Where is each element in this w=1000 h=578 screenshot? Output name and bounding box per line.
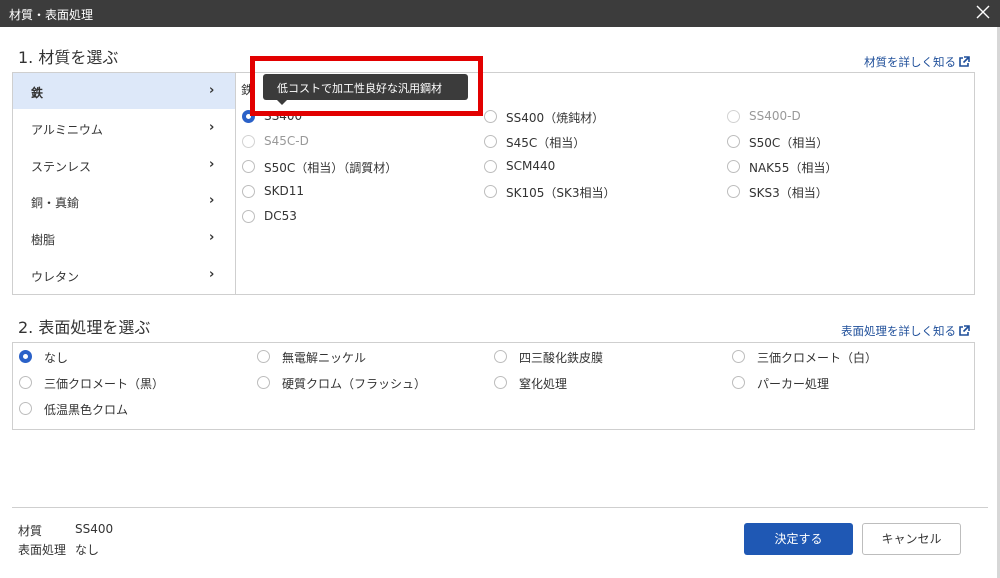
radio-indicator[interactable] bbox=[242, 210, 255, 223]
surface-section-title: 2. 表面処理を選ぶ bbox=[18, 318, 151, 337]
dialog-title: 材質・表面処理 bbox=[9, 8, 94, 22]
category-label: アルミニウム bbox=[31, 123, 103, 137]
option-label: SKD11 bbox=[264, 184, 304, 198]
radio-indicator[interactable] bbox=[484, 110, 497, 123]
option-label: 三価クロメート（黒） bbox=[44, 377, 165, 391]
chevron-right-icon: › bbox=[209, 193, 215, 208]
material-selector-panel: 鉄 › アルミニウム › ステンレス › 銅・真鍮 › 樹脂 › ウレタン › bbox=[12, 72, 975, 295]
category-label: 樹脂 bbox=[31, 233, 56, 247]
radio-indicator[interactable] bbox=[494, 350, 507, 363]
radio-indicator[interactable] bbox=[484, 135, 497, 148]
option-label: S50C（相当）（調質材） bbox=[264, 161, 398, 175]
radio-indicator[interactable] bbox=[732, 350, 745, 363]
option-label: 三価クロメート（白） bbox=[757, 351, 878, 365]
chevron-right-icon: › bbox=[209, 83, 215, 98]
option-label: 窒化処理 bbox=[519, 377, 568, 391]
material-detail-link[interactable]: 材質を詳しく知る bbox=[864, 54, 970, 70]
radio-indicator[interactable] bbox=[242, 135, 255, 148]
surface-detail-link-label[interactable]: 表面処理を詳しく知る bbox=[841, 324, 956, 338]
radio-indicator[interactable] bbox=[727, 160, 740, 173]
radio-indicator[interactable] bbox=[484, 160, 497, 173]
radio-indicator[interactable] bbox=[242, 185, 255, 198]
option-label: 硬質クロム（フラッシュ） bbox=[282, 377, 427, 391]
option-label: なし bbox=[44, 351, 69, 365]
category-label: 鉄 bbox=[31, 86, 44, 100]
radio-indicator[interactable] bbox=[727, 185, 740, 198]
option-label: 低温黒色クロム bbox=[44, 403, 129, 417]
option-label: NAK55（相当） bbox=[749, 161, 838, 175]
radio-indicator[interactable] bbox=[257, 350, 270, 363]
radio-indicator[interactable] bbox=[19, 402, 32, 415]
external-link-icon bbox=[959, 56, 970, 67]
option-label: 四三酸化鉄皮膜 bbox=[519, 351, 604, 365]
summary-material-label: 材質 bbox=[18, 524, 43, 538]
radio-indicator[interactable] bbox=[242, 160, 255, 173]
option-label: SK105（SK3相当） bbox=[506, 186, 616, 200]
category-item-resin[interactable]: 樹脂 › bbox=[13, 220, 235, 256]
chevron-right-icon: › bbox=[209, 120, 215, 135]
category-item-aluminum[interactable]: アルミニウム › bbox=[13, 110, 235, 146]
summary-surface-label: 表面処理 bbox=[18, 543, 67, 557]
chevron-right-icon: › bbox=[209, 267, 215, 282]
radio-indicator[interactable] bbox=[19, 376, 32, 389]
material-detail-link-label[interactable]: 材質を詳しく知る bbox=[864, 55, 956, 69]
category-item-iron[interactable]: 鉄 › bbox=[13, 73, 235, 109]
category-label: 銅・真鍮 bbox=[31, 196, 80, 210]
radio-indicator[interactable] bbox=[727, 135, 740, 148]
category-label: ステンレス bbox=[31, 160, 92, 174]
option-label: SCM440 bbox=[506, 159, 556, 173]
radio-indicator[interactable] bbox=[494, 376, 507, 389]
summary-material-value: SS400 bbox=[75, 522, 114, 536]
option-label: SS400-D bbox=[749, 109, 801, 123]
radio-indicator[interactable] bbox=[484, 185, 497, 198]
radio-indicator[interactable] bbox=[257, 376, 270, 389]
category-item-stainless[interactable]: ステンレス › bbox=[13, 147, 235, 183]
surface-detail-link[interactable]: 表面処理を詳しく知る bbox=[841, 323, 970, 339]
option-label: S45C（相当） bbox=[506, 136, 586, 150]
radio-indicator[interactable] bbox=[727, 110, 740, 123]
close-icon[interactable] bbox=[974, 3, 992, 21]
option-label: パーカー処理 bbox=[757, 377, 830, 391]
radio-indicator[interactable] bbox=[732, 376, 745, 389]
external-link-icon bbox=[959, 325, 970, 336]
chevron-right-icon: › bbox=[209, 157, 215, 172]
cancel-button[interactable]: キャンセル bbox=[862, 523, 961, 555]
option-label: SKS3（相当） bbox=[749, 186, 828, 200]
option-label: 無電解ニッケル bbox=[282, 351, 367, 365]
category-label: ウレタン bbox=[31, 270, 80, 284]
radio-indicator[interactable] bbox=[19, 350, 32, 363]
option-label: S50C（相当） bbox=[749, 136, 829, 150]
option-label: SS400（焼鈍材） bbox=[506, 111, 605, 125]
footer-divider bbox=[12, 507, 988, 508]
category-item-copper-brass[interactable]: 銅・真鍮 › bbox=[13, 183, 235, 219]
category-item-urethane[interactable]: ウレタン › bbox=[13, 257, 235, 293]
material-section-title: 1. 材質を選ぶ bbox=[18, 48, 119, 67]
summary-surface-value: なし bbox=[75, 543, 100, 557]
option-label: DC53 bbox=[264, 209, 297, 223]
confirm-button[interactable]: 決定する bbox=[744, 523, 853, 555]
chevron-right-icon: › bbox=[209, 230, 215, 245]
dialog-titlebar: 材質・表面処理 bbox=[0, 0, 1000, 27]
highlight-annotation-box bbox=[250, 56, 483, 116]
option-label: S45C-D bbox=[264, 134, 309, 148]
material-category-list: 鉄 › アルミニウム › ステンレス › 銅・真鍮 › 樹脂 › ウレタン › bbox=[13, 73, 236, 294]
